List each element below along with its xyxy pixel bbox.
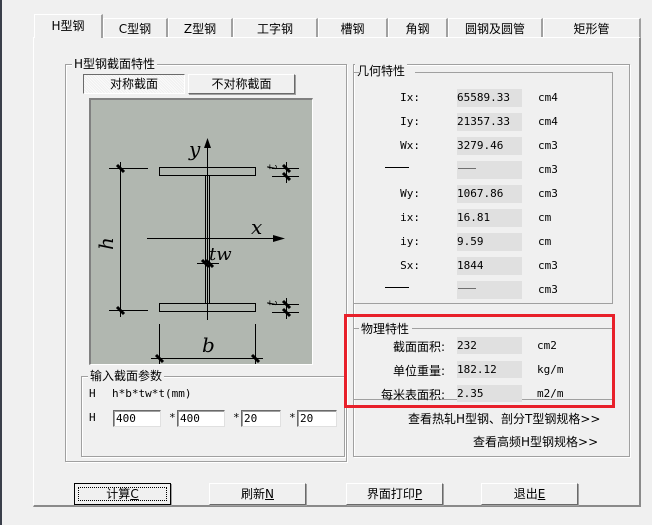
calculate-button[interactable]: 计算C <box>74 483 171 505</box>
sx-unit: cm3 <box>538 259 558 272</box>
tab-rect-tube[interactable]: 矩形管 <box>543 18 641 38</box>
t-top-label: t <box>265 164 281 170</box>
iy-radius-label: iy: <box>400 235 420 248</box>
ix-label: Ix: <box>400 91 420 104</box>
tab-round-pipe[interactable]: 圆钢及圆管 <box>448 18 543 38</box>
calculate-button-label: 计算C <box>75 484 170 504</box>
geometry-frame-top-left <box>353 72 361 73</box>
tab-h-steel[interactable]: H型钢 <box>34 14 103 38</box>
separator: * <box>289 411 296 424</box>
separator: * <box>169 411 176 424</box>
blank-value-dash <box>458 168 476 169</box>
print-button[interactable]: 界面打印P <box>346 483 443 505</box>
y-axis-label: y <box>188 137 201 161</box>
tab-channel[interactable]: 槽钢 <box>318 18 388 38</box>
h-beam-svg: y x tw b h t t <box>94 137 299 364</box>
iy-value: 21357.33 <box>457 113 522 131</box>
blank-value-dash <box>458 288 476 289</box>
tab-label: 角钢 <box>405 22 430 36</box>
ix-value: 65589.33 <box>457 89 522 107</box>
wx-label: Wx: <box>400 139 420 152</box>
tab-label: 矩形管 <box>573 22 610 36</box>
row-prefix: H <box>89 411 96 424</box>
tab-angle[interactable]: 角钢 <box>388 18 448 38</box>
ix-unit: cm4 <box>538 91 558 104</box>
blank-label-dash <box>385 167 409 168</box>
tab-label: 槽钢 <box>340 22 365 36</box>
t-input-value: 20 <box>300 412 314 425</box>
geometry-frame-top-right <box>415 72 613 73</box>
b-input[interactable]: 400 <box>177 410 225 427</box>
wy-unit: cm3 <box>538 187 558 200</box>
tab-label: H型钢 <box>51 19 85 33</box>
y-arrow-icon <box>204 138 211 148</box>
hot-rolled-spec-link[interactable]: 查看热轧H型钢、剖分T型钢规格>> <box>408 410 600 427</box>
blank-value-1 <box>457 161 522 179</box>
symmetric-section-button[interactable]: 对称截面 <box>83 74 185 94</box>
tab-c-steel[interactable]: C型钢 <box>103 18 168 38</box>
format-label: h*b*tw*t(mm) <box>112 387 192 400</box>
arrow-heads <box>204 138 285 242</box>
b-input-value: 400 <box>180 412 200 425</box>
tab-label: 工字钢 <box>256 22 293 36</box>
wy-label: Wy: <box>400 187 420 200</box>
refresh-button-label: 刷新N <box>241 487 274 501</box>
h-beam-diagram: y x tw b h t t <box>89 98 313 365</box>
wx-value: 3279.46 <box>457 137 522 155</box>
b-label: b <box>202 333 215 357</box>
exit-button-label: 退出E <box>513 487 546 501</box>
blank-value-2 <box>457 281 522 299</box>
iy-radius-value: 9.59 <box>457 233 522 251</box>
h-input-value: 400 <box>116 412 136 425</box>
h-input[interactable]: 400 <box>113 410 161 427</box>
tab-i-beam[interactable]: 工字钢 <box>233 18 318 38</box>
blank-label-dash <box>385 287 409 288</box>
h-label: h <box>94 237 118 250</box>
asymmetric-section-button[interactable]: 不对称截面 <box>188 74 295 94</box>
sx-value: 1844 <box>457 257 522 275</box>
blank-unit-2: cm3 <box>538 283 558 296</box>
separator: * <box>233 411 240 424</box>
asymmetric-section-label: 不对称截面 <box>211 77 272 91</box>
symmetric-section-label: 对称截面 <box>109 77 158 91</box>
tab-label: C型钢 <box>118 22 152 36</box>
tab-label: 圆钢及圆管 <box>464 22 525 36</box>
iy-label: Iy: <box>400 115 420 128</box>
sx-label: Sx: <box>400 259 420 272</box>
tw-label: tw <box>209 244 232 265</box>
tw-input[interactable]: 20 <box>241 410 281 427</box>
input-group-title: 输入截面参数 <box>88 368 165 384</box>
iy-radius-unit: cm <box>538 235 552 248</box>
print-button-label: 界面打印P <box>366 487 423 501</box>
highlight-box <box>344 314 615 408</box>
ix-radius-value: 16.81 <box>457 209 522 227</box>
tab-z-steel[interactable]: Z型钢 <box>168 18 233 38</box>
window-edge <box>0 0 2 525</box>
tw-input-value: 20 <box>244 412 258 425</box>
ix-radius-label: ix: <box>400 211 420 224</box>
blank-unit-1: cm3 <box>538 163 558 176</box>
iy-unit: cm4 <box>538 115 558 128</box>
tab-label: Z型钢 <box>183 22 217 36</box>
x-axis-label: x <box>251 215 262 239</box>
wx-unit: cm3 <box>538 139 558 152</box>
section-group-title: H型钢截面特性 <box>72 56 158 72</box>
t-bottom-label: t <box>265 300 281 306</box>
type-prefix: H <box>89 387 96 400</box>
ix-radius-unit: cm <box>538 211 552 224</box>
t-input[interactable]: 20 <box>297 410 337 427</box>
refresh-button[interactable]: 刷新N <box>209 483 306 505</box>
high-freq-spec-link[interactable]: 查看高频H型钢规格>> <box>473 433 598 450</box>
exit-button[interactable]: 退出E <box>481 483 578 505</box>
wy-value: 1067.86 <box>457 185 522 203</box>
x-arrow-icon <box>273 235 285 242</box>
